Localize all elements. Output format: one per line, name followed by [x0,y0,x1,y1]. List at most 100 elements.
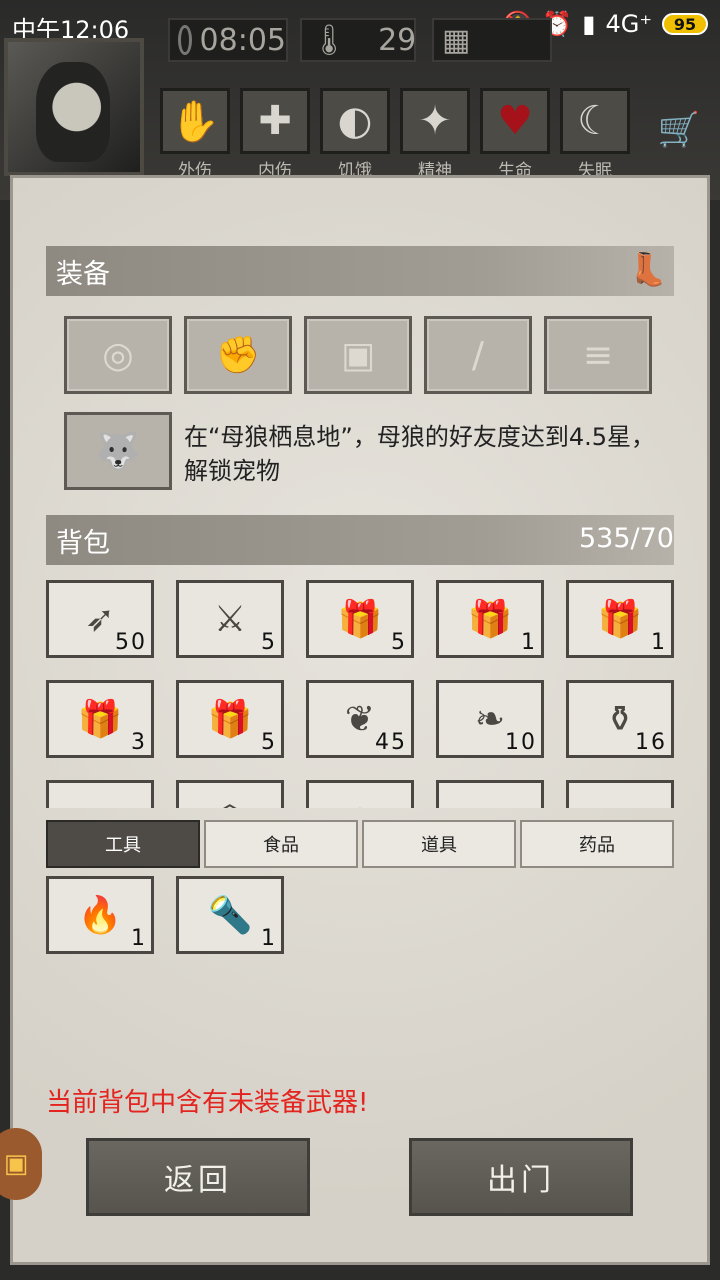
tab-1[interactable]: 食品 [204,820,358,868]
orb-icon: ● [474,799,505,809]
tool-item[interactable]: 🔥 1 [46,876,154,954]
honeycomb-icon: ⬡ [214,799,245,809]
wood-pack-icon: 🎁 [207,699,253,740]
portrait-face [36,62,110,162]
bandaged-hand-icon: ✋ [160,88,230,154]
bag-item[interactable]: 🎁 3 [46,680,154,758]
bag-item[interactable]: ❧ 10 [436,680,544,758]
tab-3[interactable]: 药品 [520,820,674,868]
tab-2[interactable]: 道具 [362,820,516,868]
item-count: 5 [391,630,407,655]
item-count: 3 [131,730,147,755]
condition-4[interactable]: ♥ 生命 [480,88,550,181]
bag-item[interactable]: ▭ [46,780,154,808]
bottle-icon: ⚱ [604,698,636,740]
food-pack-icon: 🎁 [337,599,383,640]
item-count: 1 [131,926,147,951]
item-count: 50 [115,630,147,655]
bag-item[interactable]: 🎁 5 [306,580,414,658]
tab-0[interactable]: 工具 [46,820,200,868]
calendar[interactable]: ▦ [432,18,552,62]
item-count: 45 [375,730,407,755]
bag-item[interactable]: ➹ [566,780,674,808]
ginseng-icon: ❧ [474,698,506,740]
unequipped-weapon-warning: 当前背包中含有未装备武器! [46,1088,369,1118]
temperature: 🌡 29 [300,18,416,62]
item-count: 5 [261,730,277,755]
pet-slot[interactable]: 🐺 [64,412,172,490]
tool-pack-icon: 🎁 [77,699,123,740]
bag-row: ▭ ⬡ ◍ ● ➹ [46,780,686,808]
medicine-pack-icon: 🎁 [467,599,513,640]
herb-branch-icon: ❦ [344,698,376,740]
condition-2[interactable]: ◐ 饥饿 [320,88,390,181]
signal-icon: ▮ [582,10,596,38]
head-stars-icon: ✦ [400,88,470,154]
equip-slot-2[interactable]: ▣ [304,316,412,394]
target-icon: ◎ [102,334,134,376]
category-tabs: 工具 食品 道具 药品 [46,820,674,868]
wolf-icon: 🐺 [95,431,141,472]
game-clock: 08:05 [168,18,288,62]
item-count: 1 [651,630,667,655]
treasure-chest-icon[interactable]: ▣ [0,1128,42,1200]
bag-item[interactable]: ⚱ 16 [566,680,674,758]
feather-icon: ➹ [605,799,635,809]
moon-icon: ☾ [560,88,630,154]
logs-icon: ≡ [582,334,614,376]
bag-header: 背包 535/70 [46,515,674,565]
network-label: 4G⁺ [605,10,652,38]
equip-slot-1[interactable]: ✊ [184,316,292,394]
condition-3[interactable]: ✦ 精神 [400,88,470,181]
condition-bar: ✋ 外伤 ✚ 内伤 ◐ 饥饿 ✦ 精神 ♥ 生命 ☾ 失眠 [160,88,630,181]
item-count: 1 [261,926,277,951]
bag-item[interactable]: ➶ 50 [46,580,154,658]
torch-item-icon: 🔥 [77,895,123,936]
bag-item[interactable]: 🎁 1 [436,580,544,658]
equipment-title: 装备 [56,258,110,290]
bag-item[interactable]: 🎁 5 [176,680,284,758]
bag-item[interactable]: 🎁 1 [566,580,674,658]
clock-value: 08:05 [199,22,286,58]
bag-item[interactable]: ⚔ 5 [176,580,284,658]
plank-icon: ▭ [83,799,117,809]
shopping-cart-icon[interactable]: 🛒 [658,110,700,150]
condition-5[interactable]: ☾ 失眠 [560,88,630,181]
meat-icon: ◍ [344,799,375,809]
battery-icon: 95 [662,13,708,35]
torch-icon: / [471,334,485,376]
bag-item[interactable]: ❦ 45 [306,680,414,758]
flashlight-icon: 🔦 [207,895,253,936]
heart-icon: ♥ [480,88,550,154]
tool-grid: 🔥 1 🔦 1 [46,876,284,954]
arrows-icon: ➶ [84,598,116,640]
temperature-value: 29 [378,22,417,58]
item-count: 16 [635,730,667,755]
condition-0[interactable]: ✋ 外伤 [160,88,230,181]
equip-slot-4[interactable]: ≡ [544,316,652,394]
go-out-button[interactable]: 出门 [409,1138,633,1216]
saber-icon: ⚔ [213,598,247,640]
back-button[interactable]: 返回 [86,1138,310,1216]
character-portrait[interactable] [4,38,144,176]
item-count: 5 [261,630,277,655]
bag-item[interactable]: ⬡ [176,780,284,808]
equipment-header: 装备 👢 [46,246,674,296]
bag-item[interactable]: ● [436,780,544,808]
calendar-icon: ▦ [442,22,471,58]
condition-1[interactable]: ✚ 内伤 [240,88,310,181]
pet-unlock-hint: 在“母狼栖息地”，母狼的好友度达到4.5星，解锁宠物 [184,423,656,485]
bag-row: 🎁 3 🎁 5 ❦ 45 ❧ 10 ⚱ 16 [46,680,686,758]
thermometer-icon: 🌡 [310,22,349,58]
bag-item[interactable]: ◍ [306,780,414,808]
tool-item[interactable]: 🔦 1 [176,876,284,954]
clock-icon [178,25,192,55]
equip-slot-0[interactable]: ◎ [64,316,172,394]
stomach-icon: ◐ [320,88,390,154]
boot-icon[interactable]: 👢 [628,250,668,288]
bag-title: 背包 [56,527,110,559]
jacket-icon: ▣ [340,334,375,376]
bag-grid: ➶50⚔5🎁5🎁1🎁1🎁3🎁5❦45❧10⚱16▭⬡◍●➹ [46,580,686,808]
bag-row: ➶ 50 ⚔ 5 🎁 5 🎁 1 🎁 1 [46,580,686,658]
equip-slot-3[interactable]: / [424,316,532,394]
